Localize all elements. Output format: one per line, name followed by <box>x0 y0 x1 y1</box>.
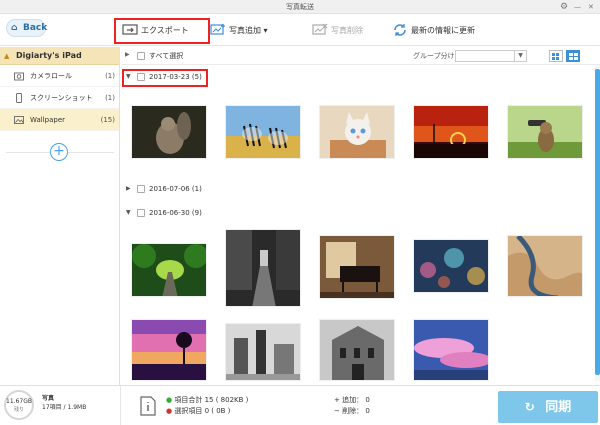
delete-photo-button[interactable]: 写真削除 <box>312 19 363 41</box>
add-album-button[interactable]: + <box>50 143 68 161</box>
photo-thumbnail-tree-tunnel[interactable] <box>131 243 207 297</box>
photo-thumbnail-bw-building[interactable] <box>319 319 395 381</box>
phone-icon <box>16 93 22 103</box>
group-date-label: 2016-07-06 (1) <box>149 185 202 193</box>
camera-icon <box>14 72 24 81</box>
category-name: 写真 <box>42 395 55 402</box>
title-bar: 写真転送 ⚙ — ✕ <box>0 0 600 14</box>
sidebar-item-count: (1) <box>105 72 115 80</box>
storage-capacity: 11.67GB <box>6 398 32 405</box>
group-header-2016-06-30[interactable]: ▼ 2016-06-30 (9) <box>121 205 591 221</box>
expand-triangle-icon[interactable]: ▶ <box>126 181 131 197</box>
selected-items-label: 選択項目 0 ( 0B ) <box>174 407 231 415</box>
close-button[interactable]: ✕ <box>588 0 594 14</box>
photo-thumbnail-zebras[interactable] <box>225 105 301 159</box>
sidebar-item-count: (1) <box>105 94 115 102</box>
sidebar-item-screenshots[interactable]: スクリーンショット (1) <box>0 87 119 109</box>
device-triangle-icon: ▲ <box>4 52 10 60</box>
settings-gear-icon[interactable]: ⚙ <box>560 0 568 14</box>
selection-bar: ▶ すべて選択 グループ分け： ▼ <box>121 47 600 65</box>
back-label: Back <box>23 23 48 33</box>
sidebar-item-label: スクリーンショット <box>30 94 93 102</box>
photo-thumbnail-kitten[interactable] <box>319 105 395 159</box>
photo-thumbnail-rain-bokeh[interactable] <box>413 239 489 293</box>
photo-thumbnail-pink-sunset-tree[interactable] <box>131 319 207 381</box>
photo-thumbnail-piano[interactable] <box>319 235 395 299</box>
plus-icon: + <box>334 396 340 404</box>
device-name: Digiarty's iPad <box>16 51 82 60</box>
refresh-icon <box>394 24 406 36</box>
change-stats: + 追加： 0 − 削除： 0 <box>334 395 370 417</box>
photo-thumbnail-dark-street[interactable] <box>225 229 301 307</box>
status-footer: 11.67GB 残り 写真 17項目 / 1.9MB ● 項目合計 15 ( 8… <box>0 385 600 425</box>
add-photo-button[interactable]: 写真追加 ▾ <box>210 19 268 41</box>
group-by-select[interactable]: ▼ <box>455 50 527 62</box>
sidebar-item-wallpaper[interactable]: Wallpaper (15) <box>0 109 119 131</box>
category-info: 写真 17項目 / 1.9MB <box>42 394 86 412</box>
storage-gauge: 11.67GB 残り <box>4 390 34 420</box>
added-count-label: 追加： 0 <box>342 396 370 404</box>
photo-grid-panel: ▶ すべて選択 グループ分け： ▼ ▼ 2017-03-23 (5) ▶ 201… <box>121 47 600 385</box>
sync-button[interactable]: ↻ 同期 <box>498 391 598 423</box>
toolbar: ⌂ Back エクスポート 写真追加 ▾ 写真削除 最新の情報に更新 <box>0 14 600 46</box>
photo-thumbnail-eclipse-sunset[interactable] <box>413 105 489 159</box>
collapse-triangle-icon[interactable]: ▼ <box>126 205 131 221</box>
grid-view-large-button[interactable] <box>566 50 580 62</box>
sidebar-item-label: Wallpaper <box>30 116 66 124</box>
photo-thumbnail-pink-clouds[interactable] <box>413 319 489 381</box>
date-highlight-box <box>122 69 208 87</box>
storage-remaining-label: 残り <box>13 407 24 413</box>
photo-thumbnail-owl-binoculars[interactable] <box>507 105 583 159</box>
footer-divider <box>120 386 121 425</box>
item-stats: ● 項目合計 15 ( 802KB ) ● 選択項目 0 ( 0B ) <box>166 395 248 417</box>
delete-photo-label: 写真削除 <box>331 25 363 35</box>
group-date-label: 2016-06-30 (9) <box>149 209 202 217</box>
expand-all-arrow-icon[interactable]: ▶ <box>125 51 130 58</box>
select-all-checkbox[interactable] <box>137 52 145 60</box>
home-icon: ⌂ <box>11 23 18 33</box>
sidebar-item-camera-roll[interactable]: カメラロール (1) <box>0 65 119 87</box>
photo-thumbnail-bw-monument[interactable] <box>225 323 301 381</box>
device-header[interactable]: ▲ Digiarty's iPad <box>0 47 119 65</box>
list-view-grid-small-button[interactable] <box>549 50 563 62</box>
add-photo-label: 写真追加 ▾ <box>229 25 268 35</box>
group-checkbox[interactable] <box>137 209 145 217</box>
category-stats: 17項目 / 1.9MB <box>42 404 87 411</box>
scrollbar-thumb[interactable] <box>595 69 600 375</box>
sync-label: 同期 <box>545 400 572 415</box>
export-highlight-box <box>114 18 210 44</box>
photo-thumbnail-squirrel[interactable] <box>131 105 207 159</box>
photo-thumbnail-aerial-river[interactable] <box>507 235 583 297</box>
sidebar-item-count: (15) <box>100 116 115 124</box>
deleted-count-label: 削除： 0 <box>342 407 370 415</box>
sidebar-item-label: カメラロール <box>30 72 72 80</box>
select-all-label: すべて選択 <box>149 52 184 60</box>
back-button[interactable]: ⌂ Back <box>6 19 48 37</box>
total-bullet-icon: ● <box>166 396 173 404</box>
photo-grid-scrollbar[interactable] <box>595 65 600 381</box>
group-checkbox[interactable] <box>137 185 145 193</box>
chevron-down-icon: ▼ <box>514 51 526 61</box>
minus-icon: − <box>334 407 340 415</box>
document-info-icon <box>140 396 156 416</box>
album-icon <box>14 116 24 124</box>
window-title: 写真転送 <box>286 3 314 11</box>
sidebar: ▲ Digiarty's iPad カメラロール (1) スクリーンショット (… <box>0 47 120 385</box>
add-photo-icon <box>210 24 225 35</box>
refresh-label: 最新の情報に更新 <box>411 25 475 35</box>
group-header-2016-07-06[interactable]: ▶ 2016-07-06 (1) <box>121 181 591 197</box>
delete-photo-icon <box>312 23 328 35</box>
minimize-button[interactable]: — <box>574 0 581 14</box>
refresh-button[interactable]: 最新の情報に更新 <box>392 19 475 41</box>
total-items-label: 項目合計 15 ( 802KB ) <box>174 396 249 404</box>
sync-icon: ↻ <box>524 400 535 414</box>
selected-bullet-icon: ● <box>166 407 173 415</box>
